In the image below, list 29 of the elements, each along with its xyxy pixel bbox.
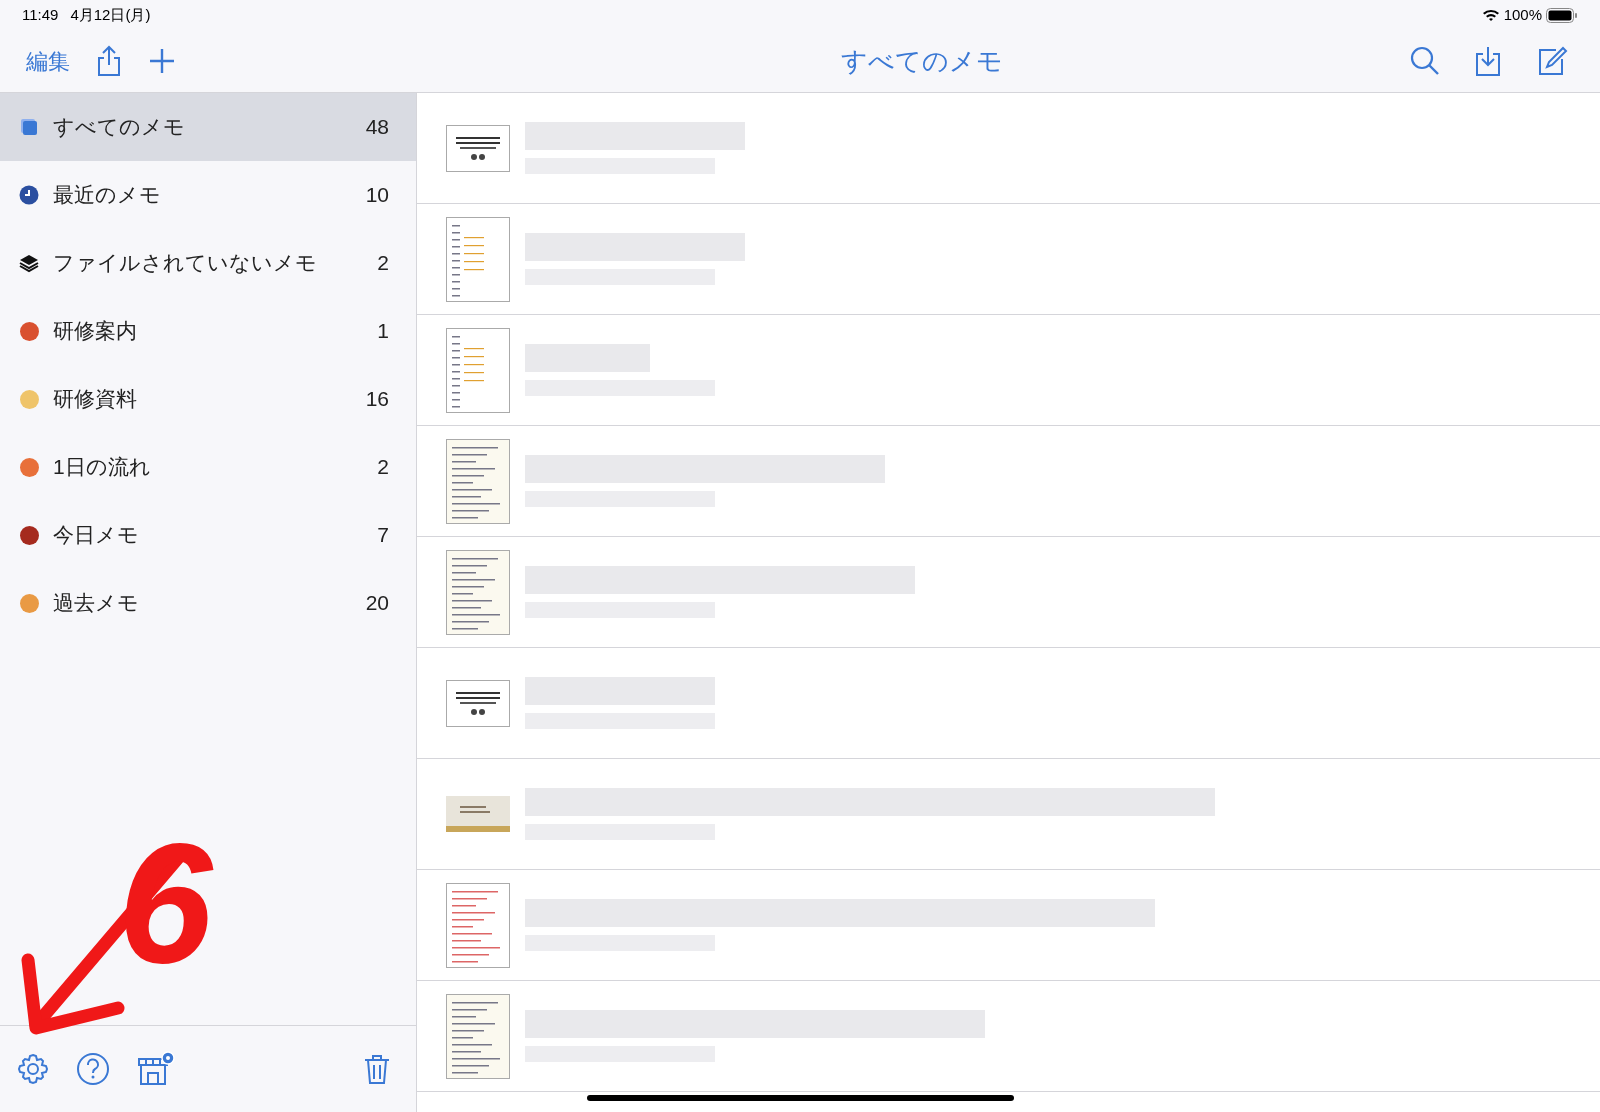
screen-title: すべてのメモ [840,44,1003,78]
add-icon[interactable] [148,47,176,75]
compose-icon[interactable] [1536,46,1568,76]
wifi-icon [1481,8,1500,22]
edit-button[interactable]: 編集 [26,44,70,78]
share-icon[interactable] [96,45,122,77]
sidebar-item[interactable]: 研修資料 16 [0,365,416,433]
trash-icon[interactable] [364,1053,390,1085]
notes-icon [19,117,39,137]
import-icon[interactable] [1474,45,1502,77]
layers-icon [19,253,39,273]
slide-thumbnail [446,679,510,727]
store-icon[interactable] [136,1051,176,1087]
sidebar-item[interactable]: ファイルされていないメモ 2 [0,229,416,297]
sidebar-item[interactable]: 最近のメモ 10 [0,161,416,229]
battery-percent: 100% [1503,4,1542,25]
slide-thumbnail [446,124,510,172]
status-date: 4月12日(月) [70,4,151,25]
search-icon[interactable] [1410,46,1440,76]
sidebar-item[interactable]: 過去メモ 20 [0,569,416,637]
settings-icon[interactable] [16,1052,50,1086]
sidebar-item[interactable]: 1日の流れ 2 [0,433,416,501]
sidebar-item[interactable]: 今日メモ 7 [0,501,416,569]
sidebar-item[interactable]: 研修案内 1 [0,297,416,365]
clock-icon [19,185,39,205]
help-icon[interactable] [76,1052,110,1086]
status-time: 11:49 [22,4,59,25]
sidebar-item[interactable]: すべてのメモ 48 [0,93,416,161]
battery-icon [1546,7,1578,23]
